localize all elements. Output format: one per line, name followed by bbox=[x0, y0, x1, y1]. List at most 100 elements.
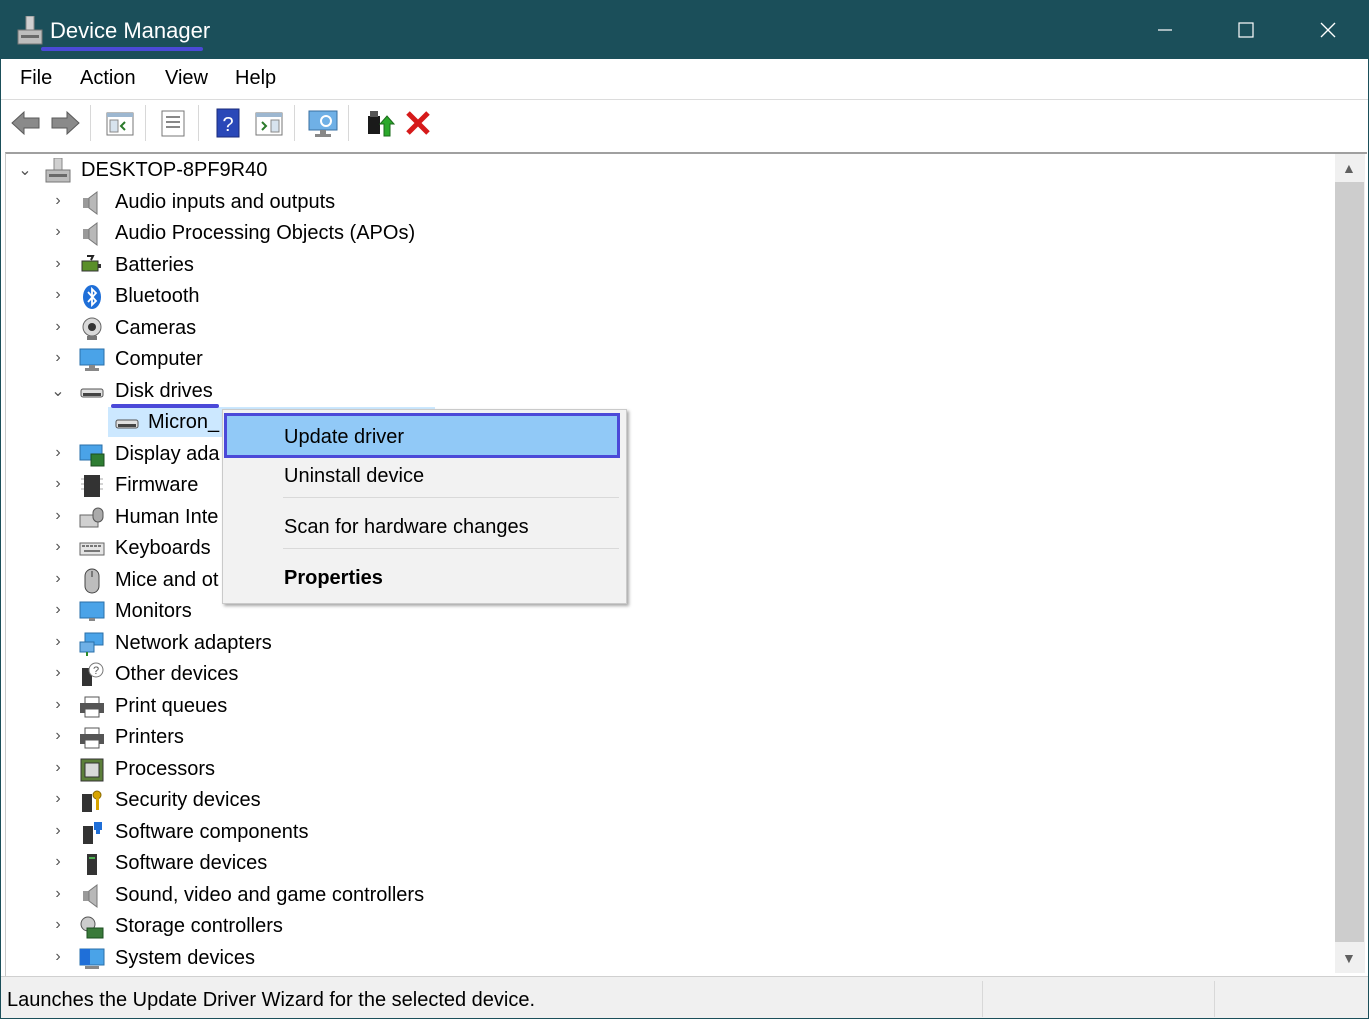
expand-chevron-icon[interactable]: › bbox=[51, 223, 65, 241]
tree-node-software-components[interactable]: › Software components bbox=[1, 818, 1331, 848]
tree-node-cameras[interactable]: › Cameras bbox=[1, 314, 1331, 344]
expand-chevron-icon[interactable]: › bbox=[51, 885, 65, 903]
expand-chevron-icon[interactable]: › bbox=[51, 538, 65, 556]
uninstall-icon[interactable] bbox=[401, 106, 435, 140]
tree-node-label: Mice and ot bbox=[115, 568, 219, 591]
tree-node-sound-video-and-game-controllers[interactable]: › Sound, video and game controllers bbox=[1, 881, 1331, 911]
tree-node-keyboards[interactable]: › Keyboards bbox=[1, 534, 1331, 564]
scroll-down-arrow-icon[interactable]: ▼ bbox=[1342, 950, 1356, 966]
tree-node-batteries[interactable]: › Batteries bbox=[1, 251, 1331, 281]
software-component-icon bbox=[79, 820, 105, 846]
bluetooth-icon bbox=[79, 284, 105, 310]
tree-node-label: Storage controllers bbox=[115, 915, 283, 937]
speaker-icon bbox=[79, 221, 105, 247]
tree-node-human-inte[interactable]: › Human Inte bbox=[1, 503, 1331, 533]
expand-chevron-icon[interactable]: › bbox=[51, 318, 65, 336]
tree-node-label: DESKTOP-8PF9R40 bbox=[81, 159, 268, 181]
expand-chevron-icon[interactable]: › bbox=[51, 822, 65, 840]
expand-chevron-icon[interactable]: › bbox=[51, 192, 65, 210]
uninstall-device-menu-item[interactable]: Uninstall device bbox=[223, 465, 626, 495]
menu-view[interactable]: View bbox=[165, 67, 208, 90]
tree-node-other-devices[interactable]: ›? Other devices bbox=[1, 660, 1331, 690]
show-hide-console-tree-icon[interactable] bbox=[103, 106, 137, 140]
tree-node-print-queues[interactable]: › Print queues bbox=[1, 692, 1331, 722]
update-driver-menu-item[interactable]: Update driver bbox=[223, 426, 626, 456]
scan-hardware-label: Scan for hardware changes bbox=[284, 516, 529, 538]
expand-chevron-icon[interactable]: › bbox=[51, 475, 65, 493]
scan-hardware-menu-item[interactable]: Scan for hardware changes bbox=[223, 516, 626, 546]
expand-chevron-icon[interactable]: › bbox=[51, 570, 65, 588]
tree-node-disk-drives[interactable]: ⌄ Disk drives bbox=[1, 377, 1331, 407]
expand-chevron-icon[interactable]: › bbox=[51, 948, 65, 966]
expand-chevron-icon[interactable]: › bbox=[51, 916, 65, 934]
tree-node-audio-inputs-and-outputs[interactable]: › Audio inputs and outputs bbox=[1, 188, 1331, 218]
tree-node-bluetooth[interactable]: › Bluetooth bbox=[1, 282, 1331, 312]
disk-drives-annotation-underline bbox=[111, 404, 219, 408]
action-pane-icon[interactable] bbox=[252, 106, 286, 140]
status-bar: Launches the Update Driver Wizard for th… bbox=[1, 976, 1368, 1018]
scrollbar-thumb[interactable] bbox=[1335, 182, 1364, 942]
expand-chevron-icon[interactable]: › bbox=[51, 853, 65, 871]
back-arrow-icon[interactable] bbox=[9, 106, 43, 140]
tree-node-storage-controllers[interactable]: › Storage controllers bbox=[1, 912, 1331, 942]
expand-chevron-icon[interactable]: › bbox=[51, 507, 65, 525]
properties-menu-item[interactable]: Properties bbox=[223, 567, 626, 597]
context-menu-separator bbox=[283, 497, 619, 498]
title-bar[interactable]: Device Manager bbox=[1, 1, 1368, 59]
firmware-icon bbox=[79, 473, 105, 499]
scroll-up-arrow-icon[interactable]: ▲ bbox=[1342, 160, 1356, 176]
expand-chevron-icon[interactable]: › bbox=[51, 444, 65, 462]
toolbar-separator bbox=[198, 105, 199, 141]
help-icon[interactable]: ? bbox=[211, 106, 245, 140]
expand-chevron-icon[interactable]: › bbox=[51, 255, 65, 273]
tree-node-root[interactable]: ⌄ DESKTOP-8PF9R40 bbox=[1, 156, 1331, 186]
tree-node-firmware[interactable]: › Firmware bbox=[1, 471, 1331, 501]
tree-node-network-adapters[interactable]: › Network adapters bbox=[1, 629, 1331, 659]
expand-chevron-icon[interactable]: › bbox=[51, 349, 65, 367]
tree-node-security-devices[interactable]: › Security devices bbox=[1, 786, 1331, 816]
collapse-chevron-icon[interactable]: ⌄ bbox=[18, 160, 32, 180]
context-menu: Update driver Uninstall device Scan for … bbox=[222, 409, 627, 604]
tree-node-label: Processors bbox=[115, 757, 216, 780]
disk-drive-icon bbox=[79, 379, 105, 405]
expand-chevron-icon[interactable]: › bbox=[51, 633, 65, 651]
tree-node-processors[interactable]: › Processors bbox=[1, 755, 1331, 785]
tree-node-label: Batteries bbox=[115, 253, 194, 276]
processor-icon bbox=[79, 757, 105, 783]
properties-label: Properties bbox=[284, 567, 383, 589]
svg-text:?: ? bbox=[222, 114, 233, 136]
tree-node-label: Printers bbox=[115, 726, 184, 748]
menu-file[interactable]: File bbox=[20, 67, 52, 90]
tree-node-label: Security devices bbox=[115, 789, 261, 811]
tree-node-system-devices[interactable]: › System devices bbox=[1, 944, 1331, 974]
menu-action[interactable]: Action bbox=[80, 67, 136, 90]
tree-node-mice-and-ot[interactable]: › Mice and ot bbox=[1, 566, 1331, 596]
collapse-chevron-icon[interactable]: ⌄ bbox=[51, 381, 65, 401]
tree-node-audio-processing-objects-apos[interactable]: › Audio Processing Objects (APOs) bbox=[1, 219, 1331, 249]
menu-help[interactable]: Help bbox=[235, 67, 276, 90]
properties-icon[interactable] bbox=[156, 106, 190, 140]
expand-chevron-icon[interactable]: › bbox=[51, 664, 65, 682]
expand-chevron-icon[interactable]: › bbox=[51, 759, 65, 777]
tree-node-software-devices[interactable]: › Software devices bbox=[1, 849, 1331, 879]
tree-node-display-ada[interactable]: › Display ada bbox=[1, 440, 1331, 470]
monitor-scan-icon[interactable] bbox=[306, 106, 340, 140]
expand-chevron-icon[interactable]: › bbox=[51, 286, 65, 304]
minimize-button[interactable] bbox=[1125, 1, 1205, 59]
update-driver-icon[interactable] bbox=[362, 106, 396, 140]
tree-node-micron[interactable]: Micron_ bbox=[1, 408, 1331, 438]
minimize-icon bbox=[1158, 29, 1172, 31]
maximize-button[interactable] bbox=[1206, 1, 1286, 59]
printer-icon bbox=[79, 694, 105, 720]
expand-chevron-icon[interactable]: › bbox=[51, 601, 65, 619]
vertical-scrollbar[interactable]: ▲ ▼ bbox=[1335, 154, 1365, 973]
forward-arrow-icon[interactable] bbox=[48, 106, 82, 140]
tree-node-printers[interactable]: › Printers bbox=[1, 723, 1331, 753]
close-button[interactable] bbox=[1288, 1, 1368, 59]
expand-chevron-icon[interactable]: › bbox=[51, 790, 65, 808]
tree-node-monitors[interactable]: › Monitors bbox=[1, 597, 1331, 627]
expand-chevron-icon[interactable]: › bbox=[51, 696, 65, 714]
tree-node-computer[interactable]: › Computer bbox=[1, 345, 1331, 375]
expand-chevron-icon[interactable]: › bbox=[51, 727, 65, 745]
printer-icon bbox=[79, 725, 105, 751]
